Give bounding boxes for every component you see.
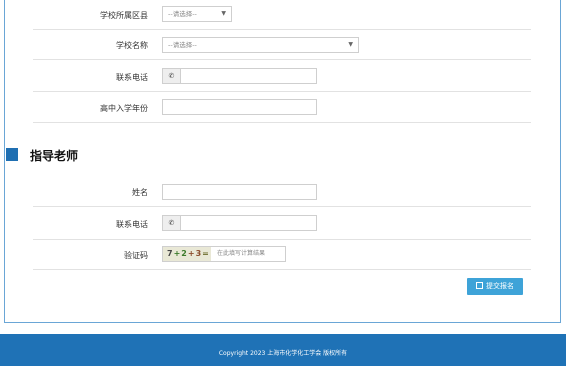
- captcha-char: =: [202, 249, 210, 258]
- year-field[interactable]: [162, 99, 317, 115]
- phone-icon: ✆: [163, 216, 181, 230]
- school-select[interactable]: --请选择-- ▼: [162, 37, 359, 53]
- teacher-name-field[interactable]: [162, 184, 317, 200]
- phone-label: 联系电话: [116, 73, 148, 82]
- captcha-image[interactable]: 7+2+3=: [163, 247, 211, 261]
- captcha-input-placeholder: 在此填写计算结果: [217, 250, 266, 257]
- captcha-char: 7: [167, 249, 174, 258]
- form-row-captcha: 验证码 7+2+3= 在此填写计算结果: [33, 240, 531, 270]
- form-row-teacher-phone: 联系电话 ✆: [33, 207, 531, 240]
- teacher-name-label: 姓名: [132, 188, 148, 197]
- phone-field[interactable]: ✆: [162, 68, 317, 84]
- section-title: 指导老师: [30, 149, 79, 163]
- form-row-district: 学校所属区县 --请选择-- ▼: [33, 0, 531, 30]
- captcha-char: +2: [173, 249, 188, 258]
- teacher-phone-label: 联系电话: [116, 220, 148, 229]
- district-select-value: --请选择--: [168, 10, 197, 18]
- save-icon: [476, 282, 483, 289]
- form-row-phone: 联系电话 ✆: [33, 60, 531, 92]
- footer: Copyright 2023 上海市化学化工学会 版权所有: [0, 334, 566, 366]
- submit-button[interactable]: 提交报名: [467, 278, 523, 295]
- captcha-field[interactable]: 7+2+3= 在此填写计算结果: [162, 246, 286, 262]
- form-row-year: 高中入学年份: [33, 92, 531, 123]
- chevron-down-icon: ▼: [348, 41, 353, 48]
- chevron-down-icon: ▼: [221, 10, 226, 17]
- school-select-value: --请选择--: [168, 41, 197, 49]
- teacher-phone-field[interactable]: ✆: [162, 215, 317, 231]
- copyright-text: Copyright 2023 上海市化学化工学会 版权所有: [218, 350, 348, 357]
- captcha-label: 验证码: [124, 251, 148, 260]
- form-row-school: 学校名称 --请选择-- ▼: [33, 30, 531, 60]
- submit-label: 提交报名: [486, 282, 514, 290]
- district-select[interactable]: --请选择-- ▼: [162, 6, 232, 22]
- section-accent-bar: [6, 148, 18, 161]
- phone-icon: ✆: [163, 69, 181, 83]
- year-label: 高中入学年份: [100, 104, 148, 113]
- school-label: 学校名称: [116, 41, 148, 50]
- captcha-char: +3: [187, 249, 203, 258]
- district-label: 学校所属区县: [100, 11, 148, 20]
- form-row-teacher-name: 姓名: [33, 176, 531, 207]
